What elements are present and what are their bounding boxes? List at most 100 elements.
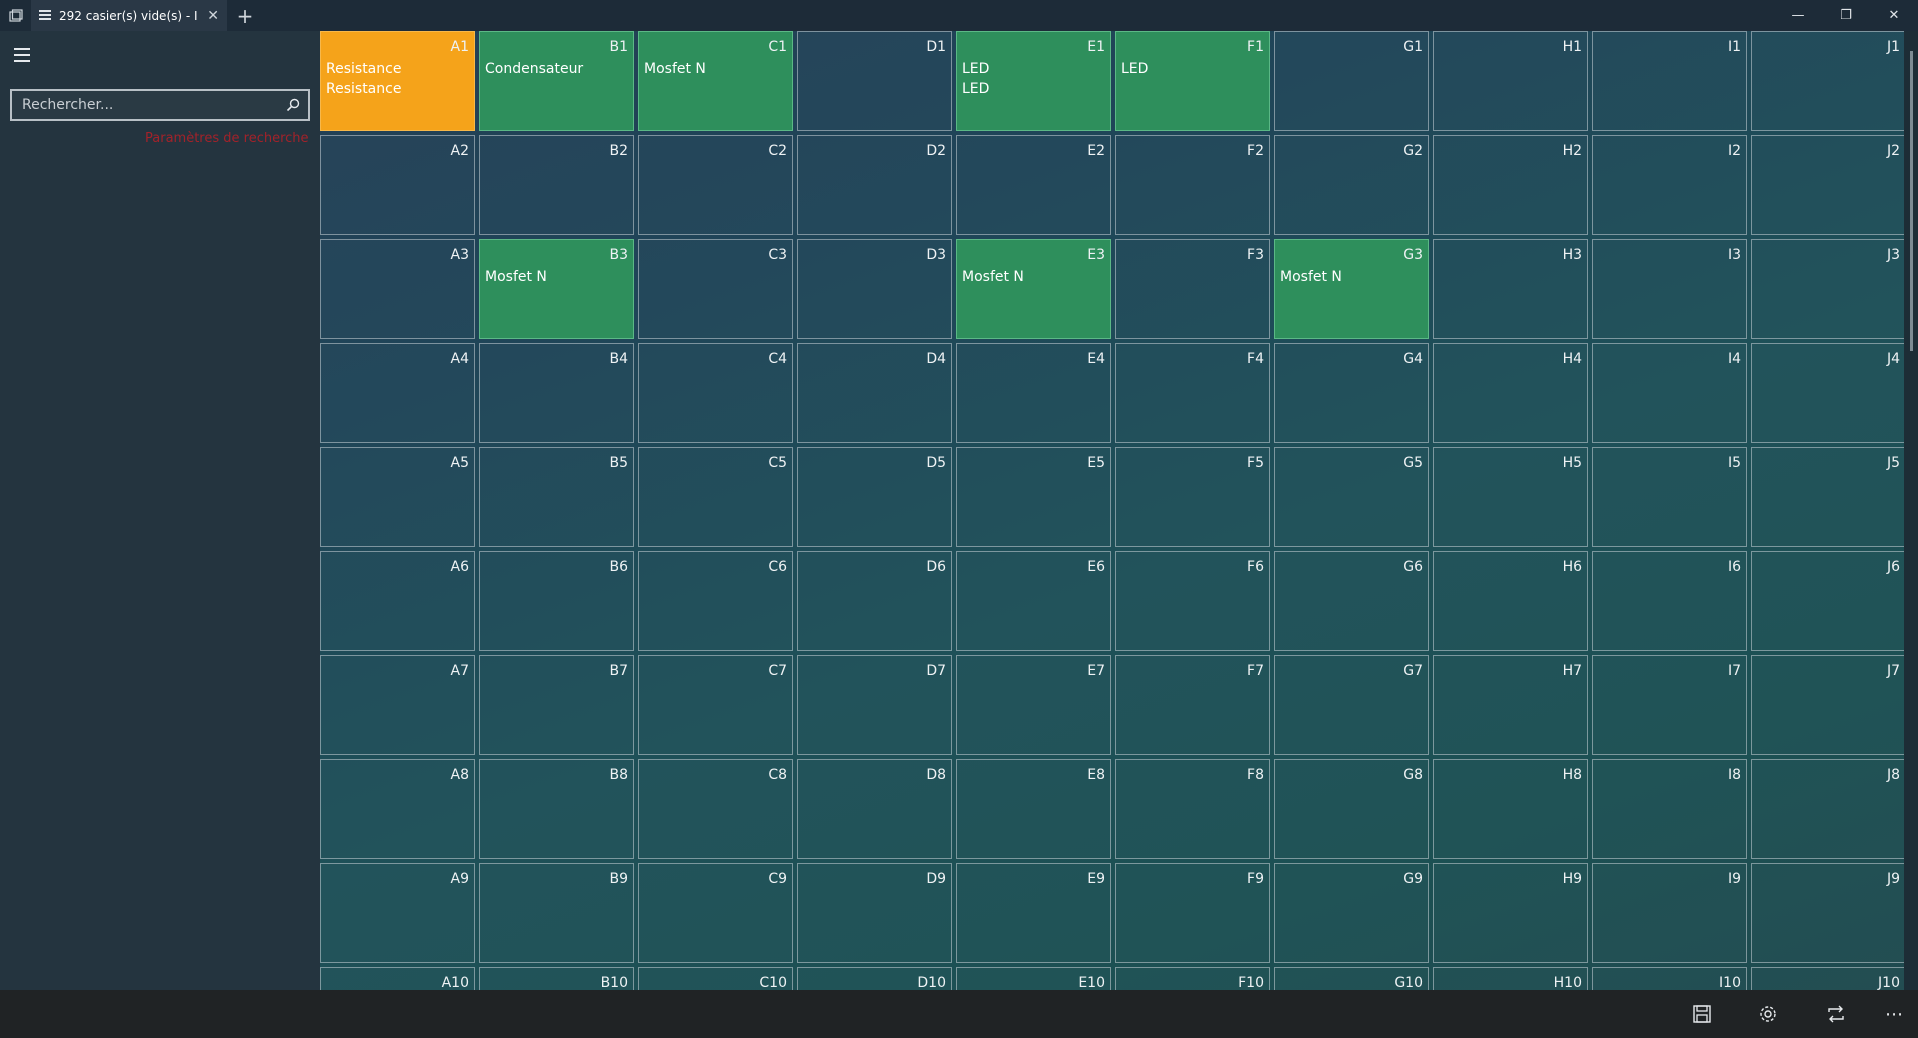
bin-cell-i10[interactable]: I10 xyxy=(1592,967,1747,990)
bin-cell-j7[interactable]: J7 xyxy=(1751,655,1904,755)
bin-cell-b2[interactable]: B2 xyxy=(479,135,634,235)
bin-cell-j3[interactable]: J3 xyxy=(1751,239,1904,339)
bin-cell-i7[interactable]: I7 xyxy=(1592,655,1747,755)
plus-icon[interactable]: + xyxy=(227,0,263,31)
bin-cell-d3[interactable]: D3 xyxy=(797,239,952,339)
bin-cell-b3[interactable]: B3 Mosfet N xyxy=(479,239,634,339)
bin-cell-d5[interactable]: D5 xyxy=(797,447,952,547)
bin-cell-j5[interactable]: J5 xyxy=(1751,447,1904,547)
bin-cell-a4[interactable]: A4 xyxy=(320,343,475,443)
search-hint[interactable]: Paramètres de recherche xyxy=(145,131,309,146)
bin-cell-b5[interactable]: B5 xyxy=(479,447,634,547)
bin-cell-f10[interactable]: F10 xyxy=(1115,967,1270,990)
tab-main[interactable]: 292 casier(s) vide(s) - I ✕ xyxy=(31,0,227,31)
bin-cell-d6[interactable]: D6 xyxy=(797,551,952,651)
bin-cell-a1[interactable]: A1 Resistance Resistance xyxy=(320,31,475,131)
bin-cell-c2[interactable]: C2 xyxy=(638,135,793,235)
bin-cell-b9[interactable]: B9 xyxy=(479,863,634,963)
bin-cell-f9[interactable]: F9 xyxy=(1115,863,1270,963)
bin-cell-a2[interactable]: A2 xyxy=(320,135,475,235)
bin-cell-i8[interactable]: I8 xyxy=(1592,759,1747,859)
bin-cell-d8[interactable]: D8 xyxy=(797,759,952,859)
bin-cell-d1[interactable]: D1 xyxy=(797,31,952,131)
bin-cell-h8[interactable]: H8 xyxy=(1433,759,1588,859)
bin-cell-f5[interactable]: F5 xyxy=(1115,447,1270,547)
bin-cell-j1[interactable]: J1 xyxy=(1751,31,1904,131)
bin-cell-e8[interactable]: E8 xyxy=(956,759,1111,859)
bin-cell-h4[interactable]: H4 xyxy=(1433,343,1588,443)
bin-cell-j2[interactable]: J2 xyxy=(1751,135,1904,235)
save-icon[interactable] xyxy=(1686,998,1718,1030)
bin-cell-c1[interactable]: C1 Mosfet N xyxy=(638,31,793,131)
bin-cell-h9[interactable]: H9 xyxy=(1433,863,1588,963)
bin-cell-c8[interactable]: C8 xyxy=(638,759,793,859)
bin-cell-i6[interactable]: I6 xyxy=(1592,551,1747,651)
bin-cell-f6[interactable]: F6 xyxy=(1115,551,1270,651)
bin-cell-a8[interactable]: A8 xyxy=(320,759,475,859)
bin-cell-b6[interactable]: B6 xyxy=(479,551,634,651)
bin-cell-g3[interactable]: G3 Mosfet N xyxy=(1274,239,1429,339)
bin-cell-d2[interactable]: D2 xyxy=(797,135,952,235)
bin-cell-j9[interactable]: J9 xyxy=(1751,863,1904,963)
bin-cell-h7[interactable]: H7 xyxy=(1433,655,1588,755)
bin-cell-b8[interactable]: B8 xyxy=(479,759,634,859)
bin-cell-a6[interactable]: A6 xyxy=(320,551,475,651)
bin-cell-c5[interactable]: C5 xyxy=(638,447,793,547)
bin-cell-f7[interactable]: F7 xyxy=(1115,655,1270,755)
vertical-scrollbar[interactable] xyxy=(1904,31,1918,990)
bin-cell-a10[interactable]: A10 xyxy=(320,967,475,990)
bin-cell-h2[interactable]: H2 xyxy=(1433,135,1588,235)
bin-cell-e1[interactable]: E1 LED LED xyxy=(956,31,1111,131)
bin-cell-g4[interactable]: G4 xyxy=(1274,343,1429,443)
bin-cell-h3[interactable]: H3 xyxy=(1433,239,1588,339)
bin-cell-a7[interactable]: A7 xyxy=(320,655,475,755)
bin-cell-j8[interactable]: J8 xyxy=(1751,759,1904,859)
bin-cell-j6[interactable]: J6 xyxy=(1751,551,1904,651)
bin-cell-c10[interactable]: C10 xyxy=(638,967,793,990)
bin-cell-h5[interactable]: H5 xyxy=(1433,447,1588,547)
repeat-icon[interactable] xyxy=(1820,998,1852,1030)
restore-button[interactable]: ❐ xyxy=(1822,0,1870,31)
bin-cell-e7[interactable]: E7 xyxy=(956,655,1111,755)
bin-cell-g1[interactable]: G1 xyxy=(1274,31,1429,131)
bin-cell-h10[interactable]: H10 xyxy=(1433,967,1588,990)
bin-cell-c3[interactable]: C3 xyxy=(638,239,793,339)
bin-cell-h1[interactable]: H1 xyxy=(1433,31,1588,131)
more-icon[interactable]: ⋯ xyxy=(1878,998,1910,1030)
bin-cell-c9[interactable]: C9 xyxy=(638,863,793,963)
bin-cell-a5[interactable]: A5 xyxy=(320,447,475,547)
close-icon[interactable]: ✕ xyxy=(207,8,219,24)
bin-cell-d10[interactable]: D10 xyxy=(797,967,952,990)
bin-cell-d9[interactable]: D9 xyxy=(797,863,952,963)
bin-cell-f2[interactable]: F2 xyxy=(1115,135,1270,235)
bin-cell-e4[interactable]: E4 xyxy=(956,343,1111,443)
bin-cell-b4[interactable]: B4 xyxy=(479,343,634,443)
tab-switcher-icon[interactable] xyxy=(0,0,31,31)
bin-cell-g8[interactable]: G8 xyxy=(1274,759,1429,859)
minimize-button[interactable]: — xyxy=(1774,0,1822,31)
bin-cell-c6[interactable]: C6 xyxy=(638,551,793,651)
bin-cell-e5[interactable]: E5 xyxy=(956,447,1111,547)
bin-cell-c7[interactable]: C7 xyxy=(638,655,793,755)
bin-cell-b1[interactable]: B1 Condensateur xyxy=(479,31,634,131)
bin-cell-c4[interactable]: C4 xyxy=(638,343,793,443)
search-icon[interactable] xyxy=(278,91,308,119)
bin-cell-e3[interactable]: E3 Mosfet N xyxy=(956,239,1111,339)
bin-cell-j10[interactable]: J10 xyxy=(1751,967,1904,990)
bin-cell-f4[interactable]: F4 xyxy=(1115,343,1270,443)
bin-cell-i3[interactable]: I3 xyxy=(1592,239,1747,339)
bin-cell-i4[interactable]: I4 xyxy=(1592,343,1747,443)
bin-cell-f1[interactable]: F1 LED xyxy=(1115,31,1270,131)
bin-cell-g9[interactable]: G9 xyxy=(1274,863,1429,963)
bin-cell-e9[interactable]: E9 xyxy=(956,863,1111,963)
bin-cell-i1[interactable]: I1 xyxy=(1592,31,1747,131)
bin-cell-b7[interactable]: B7 xyxy=(479,655,634,755)
search-input[interactable] xyxy=(12,96,278,114)
bin-cell-g7[interactable]: G7 xyxy=(1274,655,1429,755)
bin-cell-h6[interactable]: H6 xyxy=(1433,551,1588,651)
bin-cell-i2[interactable]: I2 xyxy=(1592,135,1747,235)
hamburger-icon[interactable] xyxy=(14,48,34,62)
bin-cell-d7[interactable]: D7 xyxy=(797,655,952,755)
bin-cell-g5[interactable]: G5 xyxy=(1274,447,1429,547)
bin-cell-b10[interactable]: B10 xyxy=(479,967,634,990)
